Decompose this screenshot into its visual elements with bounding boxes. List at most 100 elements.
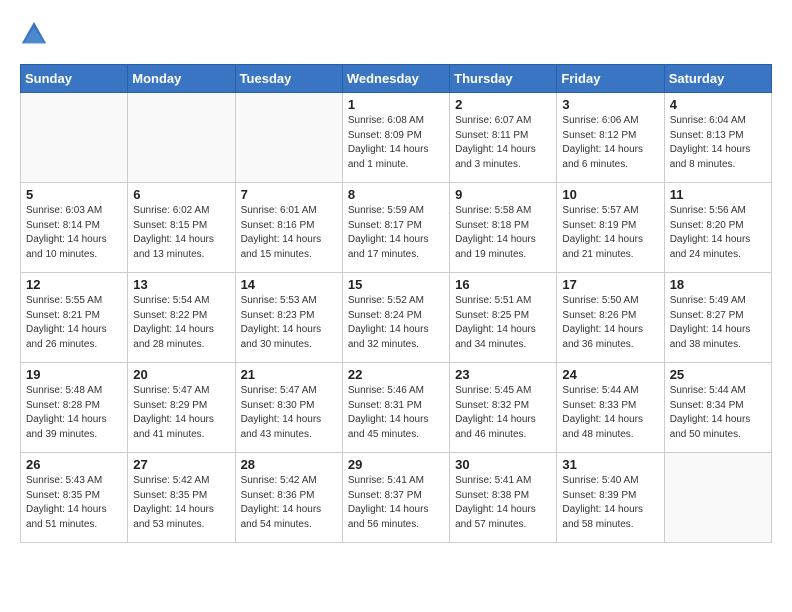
day-number: 9: [455, 187, 551, 202]
calendar-cell: 7Sunrise: 6:01 AM Sunset: 8:16 PM Daylig…: [235, 183, 342, 273]
calendar-table: SundayMondayTuesdayWednesdayThursdayFrid…: [20, 64, 772, 543]
calendar-week-row: 1 Sunrise: 6:08 AM Sunset: 8:09 PM Daylig…: [21, 93, 772, 183]
calendar-cell: 20 Sunrise: 5:47 AM Sunset: 8:29 PM Dayli…: [128, 363, 235, 453]
day-number: 8: [348, 187, 444, 202]
day-number: 26: [26, 457, 122, 472]
day-number: 25: [670, 367, 766, 382]
day-info: Sunrise: 5:59 AM Sunset: 8:17 PM Dayligh…: [348, 204, 444, 262]
calendar-cell: 24 Sunrise: 5:44 AM Sunset: 8:33 PM Dayli…: [557, 363, 664, 453]
calendar-cell: 12 Sunrise: 5:55 AM Sunset: 8:21 PM Dayli…: [21, 273, 128, 363]
day-info: Sunrise: 5:44 AM Sunset: 8:34 PM Dayligh…: [670, 384, 766, 442]
day-number: 18: [670, 277, 766, 292]
day-number: 17: [562, 277, 658, 292]
weekday-header-row: SundayMondayTuesdayWednesdayThursdayFrid…: [21, 65, 772, 93]
calendar-cell: 11Sunrise: 5:56 AM Sunset: 8:20 PM Dayli…: [664, 183, 771, 273]
calendar-week-row: 26 Sunrise: 5:43 AM Sunset: 8:35 PM Dayli…: [21, 453, 772, 543]
day-number: 7: [241, 187, 337, 202]
day-number: 21: [241, 367, 337, 382]
calendar-cell: 30 Sunrise: 5:41 AM Sunset: 8:38 PM Dayli…: [450, 453, 557, 543]
day-number: 4: [670, 97, 766, 112]
day-number: 23: [455, 367, 551, 382]
day-number: 5: [26, 187, 122, 202]
day-info: Sunrise: 6:07 AM Sunset: 8:11 PM Dayligh…: [455, 114, 551, 172]
day-info: Sunrise: 5:58 AM Sunset: 8:18 PM Dayligh…: [455, 204, 551, 262]
day-info: Sunrise: 6:04 AM Sunset: 8:13 PM Dayligh…: [670, 114, 766, 172]
day-number: 27: [133, 457, 229, 472]
day-number: 1: [348, 97, 444, 112]
day-number: 14: [241, 277, 337, 292]
day-info: Sunrise: 5:55 AM Sunset: 8:21 PM Dayligh…: [26, 294, 122, 352]
day-info: Sunrise: 5:53 AM Sunset: 8:23 PM Dayligh…: [241, 294, 337, 352]
day-info: Sunrise: 5:44 AM Sunset: 8:33 PM Dayligh…: [562, 384, 658, 442]
day-info: Sunrise: 5:50 AM Sunset: 8:26 PM Dayligh…: [562, 294, 658, 352]
calendar-cell: 10Sunrise: 5:57 AM Sunset: 8:19 PM Dayli…: [557, 183, 664, 273]
day-info: Sunrise: 5:43 AM Sunset: 8:35 PM Dayligh…: [26, 474, 122, 532]
day-info: Sunrise: 5:56 AM Sunset: 8:20 PM Dayligh…: [670, 204, 766, 262]
day-info: Sunrise: 5:42 AM Sunset: 8:35 PM Dayligh…: [133, 474, 229, 532]
day-number: 31: [562, 457, 658, 472]
day-number: 30: [455, 457, 551, 472]
day-number: 20: [133, 367, 229, 382]
day-number: 12: [26, 277, 122, 292]
calendar-week-row: 5 Sunrise: 6:03 AM Sunset: 8:14 PM Daylig…: [21, 183, 772, 273]
weekday-header-friday: Friday: [557, 65, 664, 93]
day-info: Sunrise: 5:52 AM Sunset: 8:24 PM Dayligh…: [348, 294, 444, 352]
day-info: Sunrise: 5:47 AM Sunset: 8:30 PM Dayligh…: [241, 384, 337, 442]
day-info: Sunrise: 5:46 AM Sunset: 8:31 PM Dayligh…: [348, 384, 444, 442]
day-number: 2: [455, 97, 551, 112]
weekday-header-wednesday: Wednesday: [342, 65, 449, 93]
day-info: Sunrise: 6:02 AM Sunset: 8:15 PM Dayligh…: [133, 204, 229, 262]
day-info: Sunrise: 5:48 AM Sunset: 8:28 PM Dayligh…: [26, 384, 122, 442]
calendar-cell: 19 Sunrise: 5:48 AM Sunset: 8:28 PM Dayli…: [21, 363, 128, 453]
day-info: Sunrise: 5:41 AM Sunset: 8:37 PM Dayligh…: [348, 474, 444, 532]
day-number: 19: [26, 367, 122, 382]
calendar-cell: 14 Sunrise: 5:53 AM Sunset: 8:23 PM Dayli…: [235, 273, 342, 363]
calendar-cell: 26 Sunrise: 5:43 AM Sunset: 8:35 PM Dayli…: [21, 453, 128, 543]
calendar-cell: [664, 453, 771, 543]
calendar-cell: [21, 93, 128, 183]
calendar-cell: 9 Sunrise: 5:58 AM Sunset: 8:18 PM Daylig…: [450, 183, 557, 273]
day-number: 24: [562, 367, 658, 382]
logo-icon: [20, 20, 48, 48]
calendar-cell: 3Sunrise: 6:06 AM Sunset: 8:12 PM Daylig…: [557, 93, 664, 183]
day-info: Sunrise: 5:47 AM Sunset: 8:29 PM Dayligh…: [133, 384, 229, 442]
calendar-week-row: 12 Sunrise: 5:55 AM Sunset: 8:21 PM Dayli…: [21, 273, 772, 363]
day-info: Sunrise: 5:54 AM Sunset: 8:22 PM Dayligh…: [133, 294, 229, 352]
weekday-header-monday: Monday: [128, 65, 235, 93]
calendar-cell: 6 Sunrise: 6:02 AM Sunset: 8:15 PM Daylig…: [128, 183, 235, 273]
day-info: Sunrise: 6:03 AM Sunset: 8:14 PM Dayligh…: [26, 204, 122, 262]
calendar-cell: 16 Sunrise: 5:51 AM Sunset: 8:25 PM Dayli…: [450, 273, 557, 363]
weekday-header-thursday: Thursday: [450, 65, 557, 93]
calendar-cell: 13 Sunrise: 5:54 AM Sunset: 8:22 PM Dayli…: [128, 273, 235, 363]
day-info: Sunrise: 5:51 AM Sunset: 8:25 PM Dayligh…: [455, 294, 551, 352]
calendar-cell: 18 Sunrise: 5:49 AM Sunset: 8:27 PM Dayli…: [664, 273, 771, 363]
calendar-cell: 21 Sunrise: 5:47 AM Sunset: 8:30 PM Dayli…: [235, 363, 342, 453]
day-info: Sunrise: 6:08 AM Sunset: 8:09 PM Dayligh…: [348, 114, 444, 172]
day-number: 3: [562, 97, 658, 112]
logo: [20, 20, 52, 48]
day-info: Sunrise: 5:45 AM Sunset: 8:32 PM Dayligh…: [455, 384, 551, 442]
calendar-cell: 27 Sunrise: 5:42 AM Sunset: 8:35 PM Dayli…: [128, 453, 235, 543]
calendar-cell: 15 Sunrise: 5:52 AM Sunset: 8:24 PM Dayli…: [342, 273, 449, 363]
day-info: Sunrise: 5:49 AM Sunset: 8:27 PM Dayligh…: [670, 294, 766, 352]
calendar-cell: 1 Sunrise: 6:08 AM Sunset: 8:09 PM Daylig…: [342, 93, 449, 183]
day-info: Sunrise: 5:41 AM Sunset: 8:38 PM Dayligh…: [455, 474, 551, 532]
weekday-header-sunday: Sunday: [21, 65, 128, 93]
calendar-cell: [235, 93, 342, 183]
calendar-cell: 5 Sunrise: 6:03 AM Sunset: 8:14 PM Daylig…: [21, 183, 128, 273]
day-number: 13: [133, 277, 229, 292]
day-number: 15: [348, 277, 444, 292]
calendar-cell: 22Sunrise: 5:46 AM Sunset: 8:31 PM Dayli…: [342, 363, 449, 453]
weekday-header-tuesday: Tuesday: [235, 65, 342, 93]
calendar-cell: 29Sunrise: 5:41 AM Sunset: 8:37 PM Dayli…: [342, 453, 449, 543]
calendar-cell: 4 Sunrise: 6:04 AM Sunset: 8:13 PM Daylig…: [664, 93, 771, 183]
calendar-cell: [128, 93, 235, 183]
day-number: 28: [241, 457, 337, 472]
calendar-cell: 2 Sunrise: 6:07 AM Sunset: 8:11 PM Daylig…: [450, 93, 557, 183]
calendar-cell: 28 Sunrise: 5:42 AM Sunset: 8:36 PM Dayli…: [235, 453, 342, 543]
calendar-week-row: 19 Sunrise: 5:48 AM Sunset: 8:28 PM Dayli…: [21, 363, 772, 453]
day-number: 6: [133, 187, 229, 202]
day-info: Sunrise: 5:42 AM Sunset: 8:36 PM Dayligh…: [241, 474, 337, 532]
day-number: 10: [562, 187, 658, 202]
day-number: 16: [455, 277, 551, 292]
